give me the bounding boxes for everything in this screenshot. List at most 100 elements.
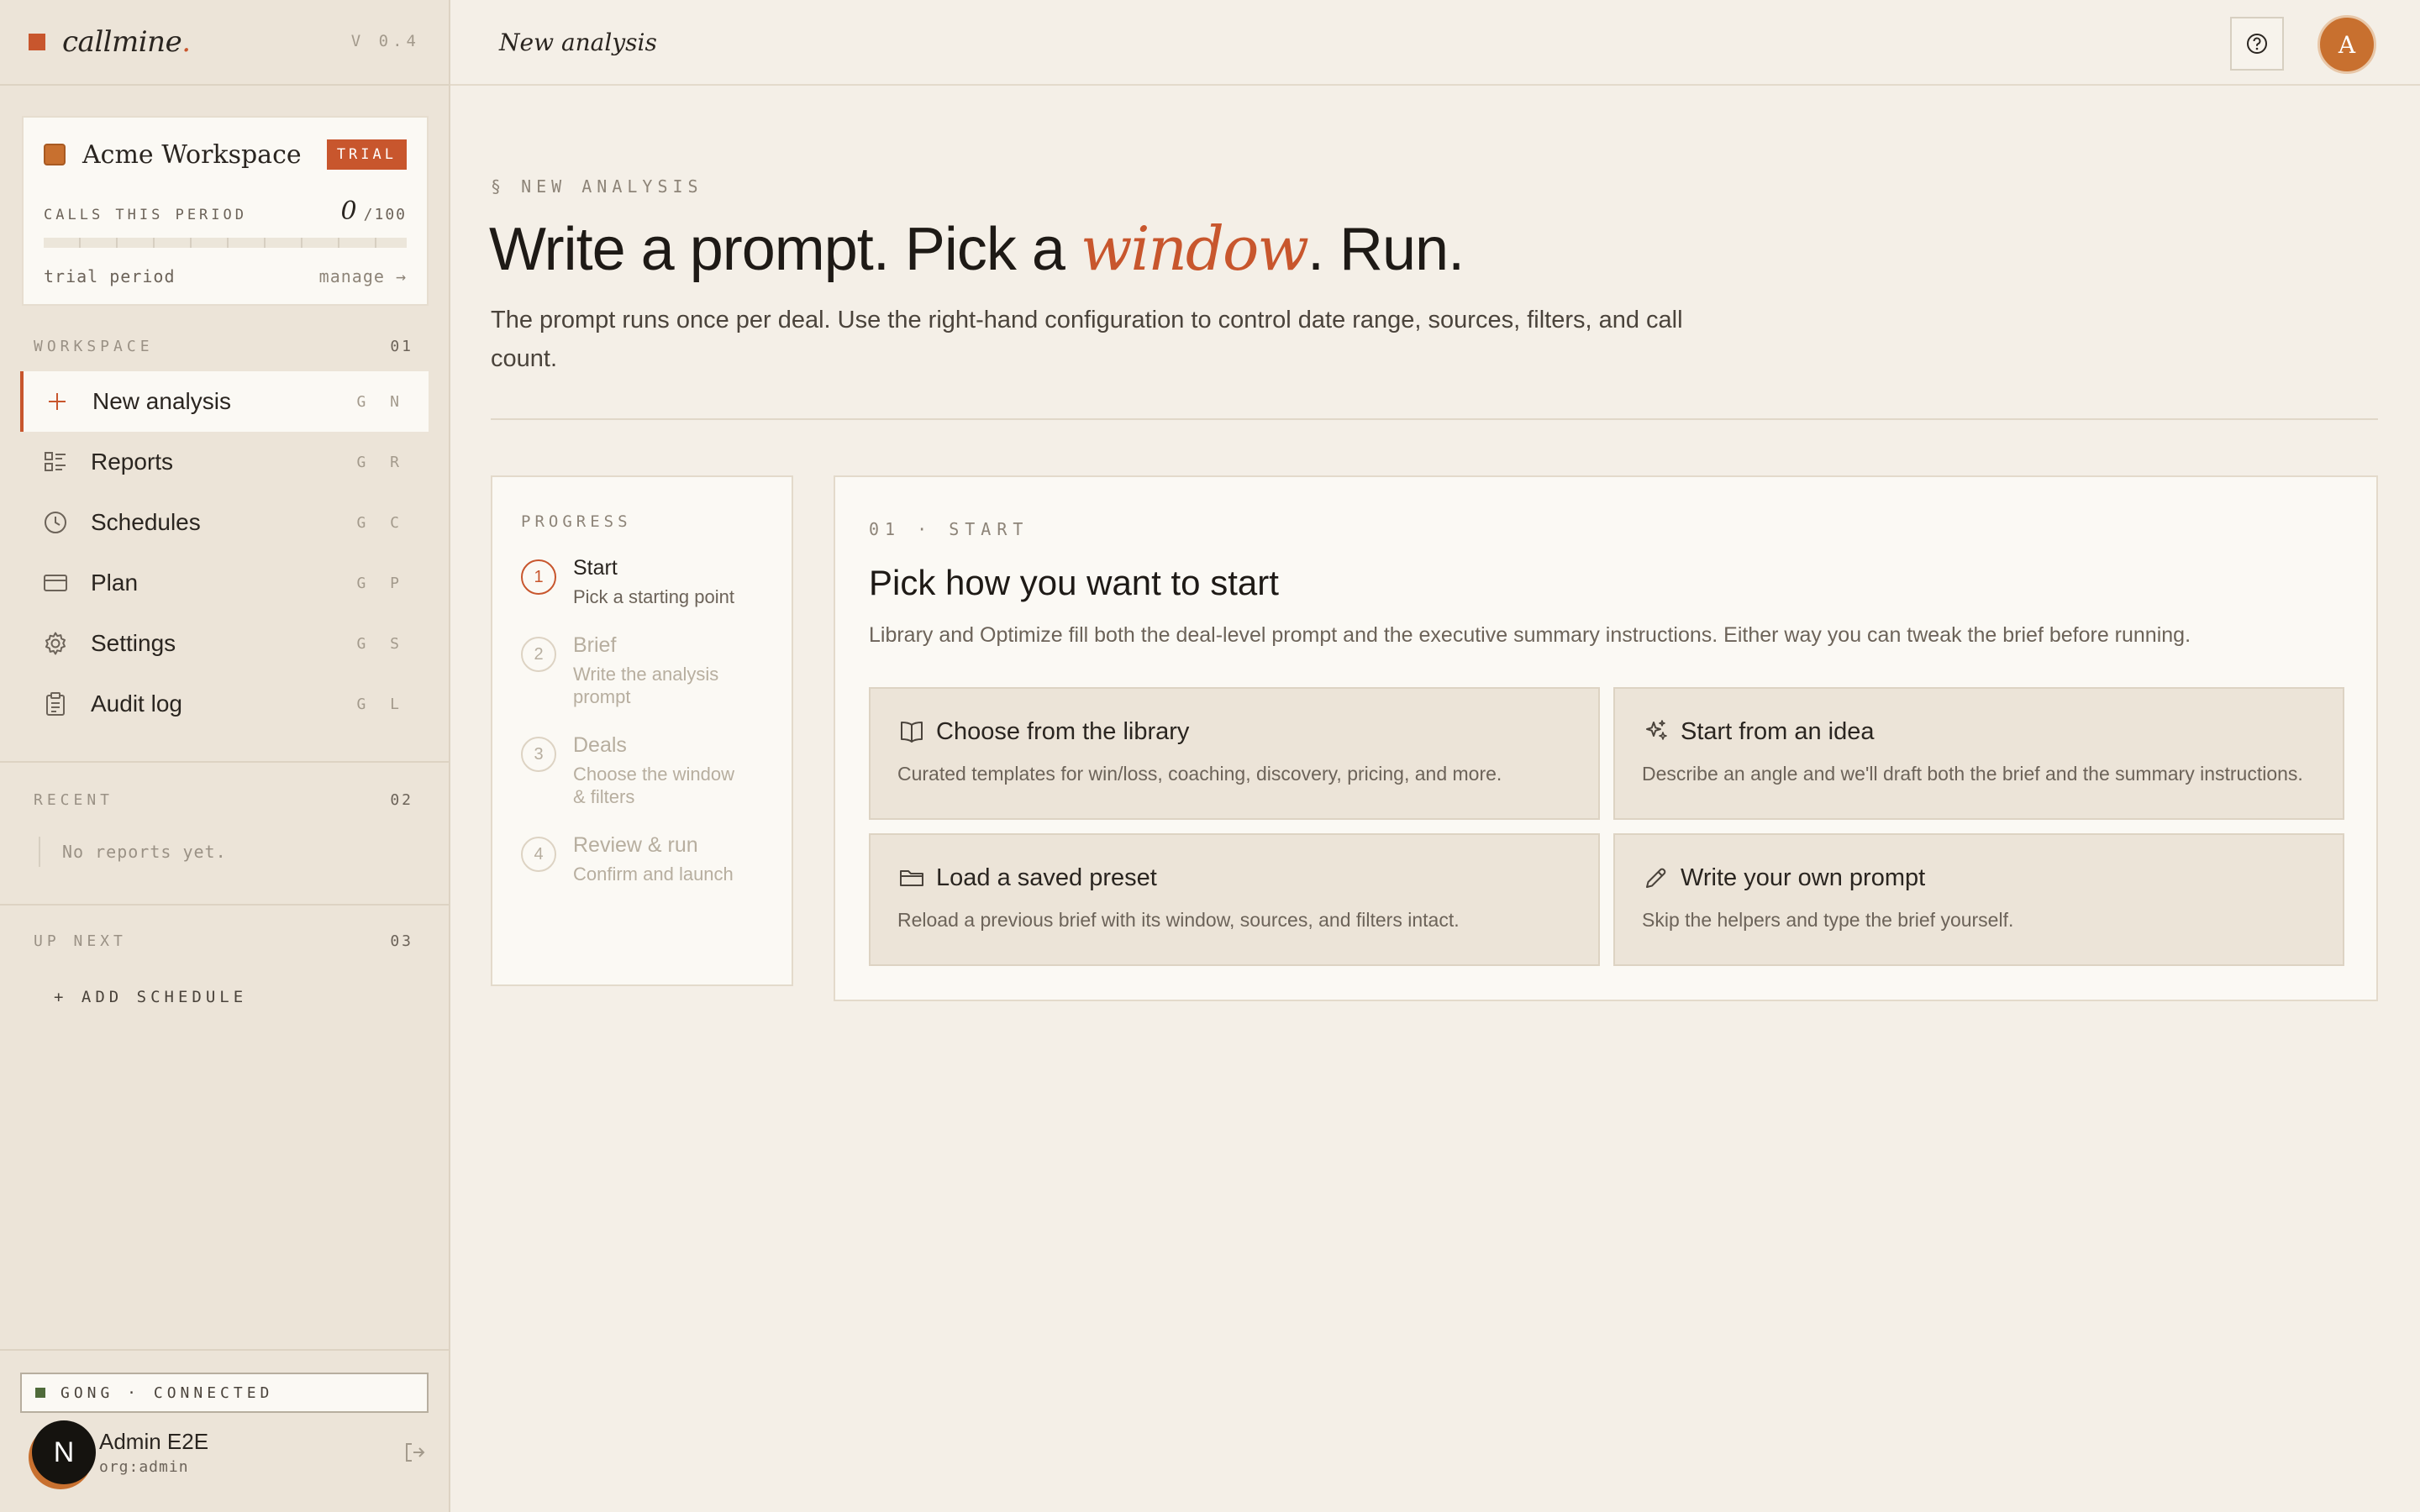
sidebar-item-label: New analysis (92, 388, 231, 414)
calls-label: CALLS THIS PERIOD (44, 207, 247, 223)
workspace-name[interactable]: Acme Workspace (82, 140, 302, 170)
clock-icon (42, 509, 69, 536)
option-title: Choose from the library (936, 717, 1190, 745)
step-start[interactable]: 1 Start Pick a starting point (521, 556, 763, 608)
calls-used: 0 (340, 197, 357, 226)
pencil-icon (1642, 864, 1670, 892)
option-library[interactable]: Choose from the library Curated template… (869, 687, 1600, 820)
help-button[interactable] (2230, 17, 2284, 71)
user-profile[interactable]: N Admin E2E org:admin (32, 1420, 427, 1485)
step-deals[interactable]: 3 Deals Choose the window & filters (521, 733, 763, 808)
sidebar-item-plan[interactable]: Plan G P (20, 553, 429, 613)
workspace-swatch-icon (44, 144, 66, 165)
shortcut-key: G P (356, 574, 407, 592)
app-version: V 0.4 (350, 32, 420, 50)
plus-icon (44, 388, 71, 415)
sidebar-item-settings[interactable]: Settings G S (20, 613, 429, 674)
calls-max: /100 (363, 206, 407, 223)
step-review-run[interactable]: 4 Review & run Confirm and launch (521, 833, 763, 885)
page-title: New analysis (499, 28, 657, 56)
section-title: Pick how you want to start (869, 563, 1279, 602)
sidebar-item-audit-log[interactable]: Audit log G L (20, 674, 429, 734)
divider (491, 418, 2378, 420)
option-idea[interactable]: Start from an idea Describe an angle and… (1613, 687, 2344, 820)
shortcut-key: G C (356, 513, 407, 532)
plan-badge: TRIAL (326, 139, 407, 170)
clipboard-icon (42, 690, 69, 717)
sparkle-icon (1642, 717, 1670, 746)
workspace-status: trial period (44, 266, 176, 286)
topbar: New analysis A (450, 0, 2420, 86)
option-description: Skip the helpers and type the brief your… (1642, 909, 2014, 931)
account-avatar[interactable]: A (2317, 15, 2376, 74)
usage-bar (44, 238, 407, 248)
shortcut-key: G R (356, 453, 407, 471)
page-eyebrow: § NEW ANALYSIS (491, 176, 703, 197)
sidebar-item-label: Schedules (91, 509, 201, 535)
step-number: 3 (521, 737, 556, 772)
book-icon (897, 717, 926, 746)
shortcut-key: G S (356, 634, 407, 653)
sidebar-item-label: Plan (91, 570, 139, 596)
sidebar-item-new-analysis[interactable]: New analysis G N (20, 371, 429, 432)
user-role: org:admin (99, 1458, 189, 1476)
progress-stepper: PROGRESS 1 Start Pick a starting point 2… (491, 475, 793, 986)
start-options: Choose from the library Curated template… (869, 687, 2344, 966)
sidebar-item-label: Settings (91, 630, 176, 656)
step-brief[interactable]: 2 Brief Write the analysis prompt (521, 633, 763, 708)
step-number: 2 (521, 637, 556, 672)
option-title: Load a saved preset (936, 864, 1157, 891)
sidebar-item-label: Audit log (91, 690, 182, 717)
brand-name[interactable]: callmine. (62, 25, 191, 59)
user-name: Admin E2E (99, 1429, 209, 1454)
section-recent: RECENT 02 (34, 791, 413, 809)
card-icon (42, 570, 69, 596)
step-title: Start (573, 556, 618, 580)
sidebar-nav: New analysis G N Reports G R Schedules G… (20, 371, 429, 734)
progress-label: PROGRESS (521, 512, 632, 531)
option-description: Curated templates for win/loss, coaching… (897, 763, 1502, 785)
shortcut-key: G L (356, 695, 407, 713)
option-description: Describe an angle and we'll draft both t… (1642, 763, 2303, 785)
avatar[interactable]: N (32, 1420, 96, 1484)
logout-icon[interactable] (402, 1440, 427, 1465)
sidebar-item-label: Reports (91, 449, 174, 475)
section-eyebrow: 01 · START (869, 519, 1029, 539)
step-title: Deals (573, 733, 627, 757)
help-icon (2247, 34, 2267, 54)
option-saved-preset[interactable]: Load a saved preset Reload a previous br… (869, 833, 1600, 966)
integration-status[interactable]: GONG · CONNECTED (20, 1373, 429, 1413)
step-subtitle: Write the analysis prompt (573, 664, 719, 707)
start-panel: 01 · START Pick how you want to start Li… (834, 475, 2378, 1001)
list-icon (42, 449, 69, 475)
option-description: Reload a previous brief with its window,… (897, 909, 1460, 931)
option-title: Start from an idea (1681, 717, 1875, 745)
main-content: § NEW ANALYSIS Write a prompt. Pick a wi… (450, 86, 2420, 1512)
status-dot-icon (35, 1388, 45, 1398)
option-title: Write your own prompt (1681, 864, 1926, 891)
integration-label: GONG · CONNECTED (60, 1383, 274, 1402)
brand-logo-icon (29, 34, 45, 50)
page-headline: Write a prompt. Pick a window. Run. (489, 213, 1465, 284)
gear-icon (42, 630, 69, 657)
manage-link[interactable]: manage → (319, 266, 407, 286)
brand-row: callmine. V 0.4 (0, 0, 449, 86)
shortcut-key: G N (356, 392, 407, 411)
workspace-card: Acme Workspace TRIAL CALLS THIS PERIOD 0… (22, 116, 429, 306)
step-subtitle: Confirm and launch (573, 864, 734, 885)
step-number: 4 (521, 837, 556, 872)
sidebar-item-reports[interactable]: Reports G R (20, 432, 429, 492)
add-schedule-button[interactable]: + ADD SCHEDULE (54, 988, 247, 1006)
sidebar-item-schedules[interactable]: Schedules G C (20, 492, 429, 553)
option-write-own[interactable]: Write your own prompt Skip the helpers a… (1613, 833, 2344, 966)
step-title: Review & run (573, 833, 698, 857)
recent-empty-state: No reports yet. (39, 837, 227, 867)
step-title: Brief (573, 633, 617, 657)
page-description: The prompt runs once per deal. Use the r… (491, 307, 1683, 372)
section-up-next: UP NEXT 03 (34, 932, 413, 950)
step-subtitle: Pick a starting point (573, 586, 734, 607)
sidebar: callmine. V 0.4 Acme Workspace TRIAL CAL… (0, 0, 450, 1512)
folder-icon (897, 864, 926, 892)
step-number: 1 (521, 559, 556, 595)
step-subtitle: Choose the window & filters (573, 764, 735, 807)
